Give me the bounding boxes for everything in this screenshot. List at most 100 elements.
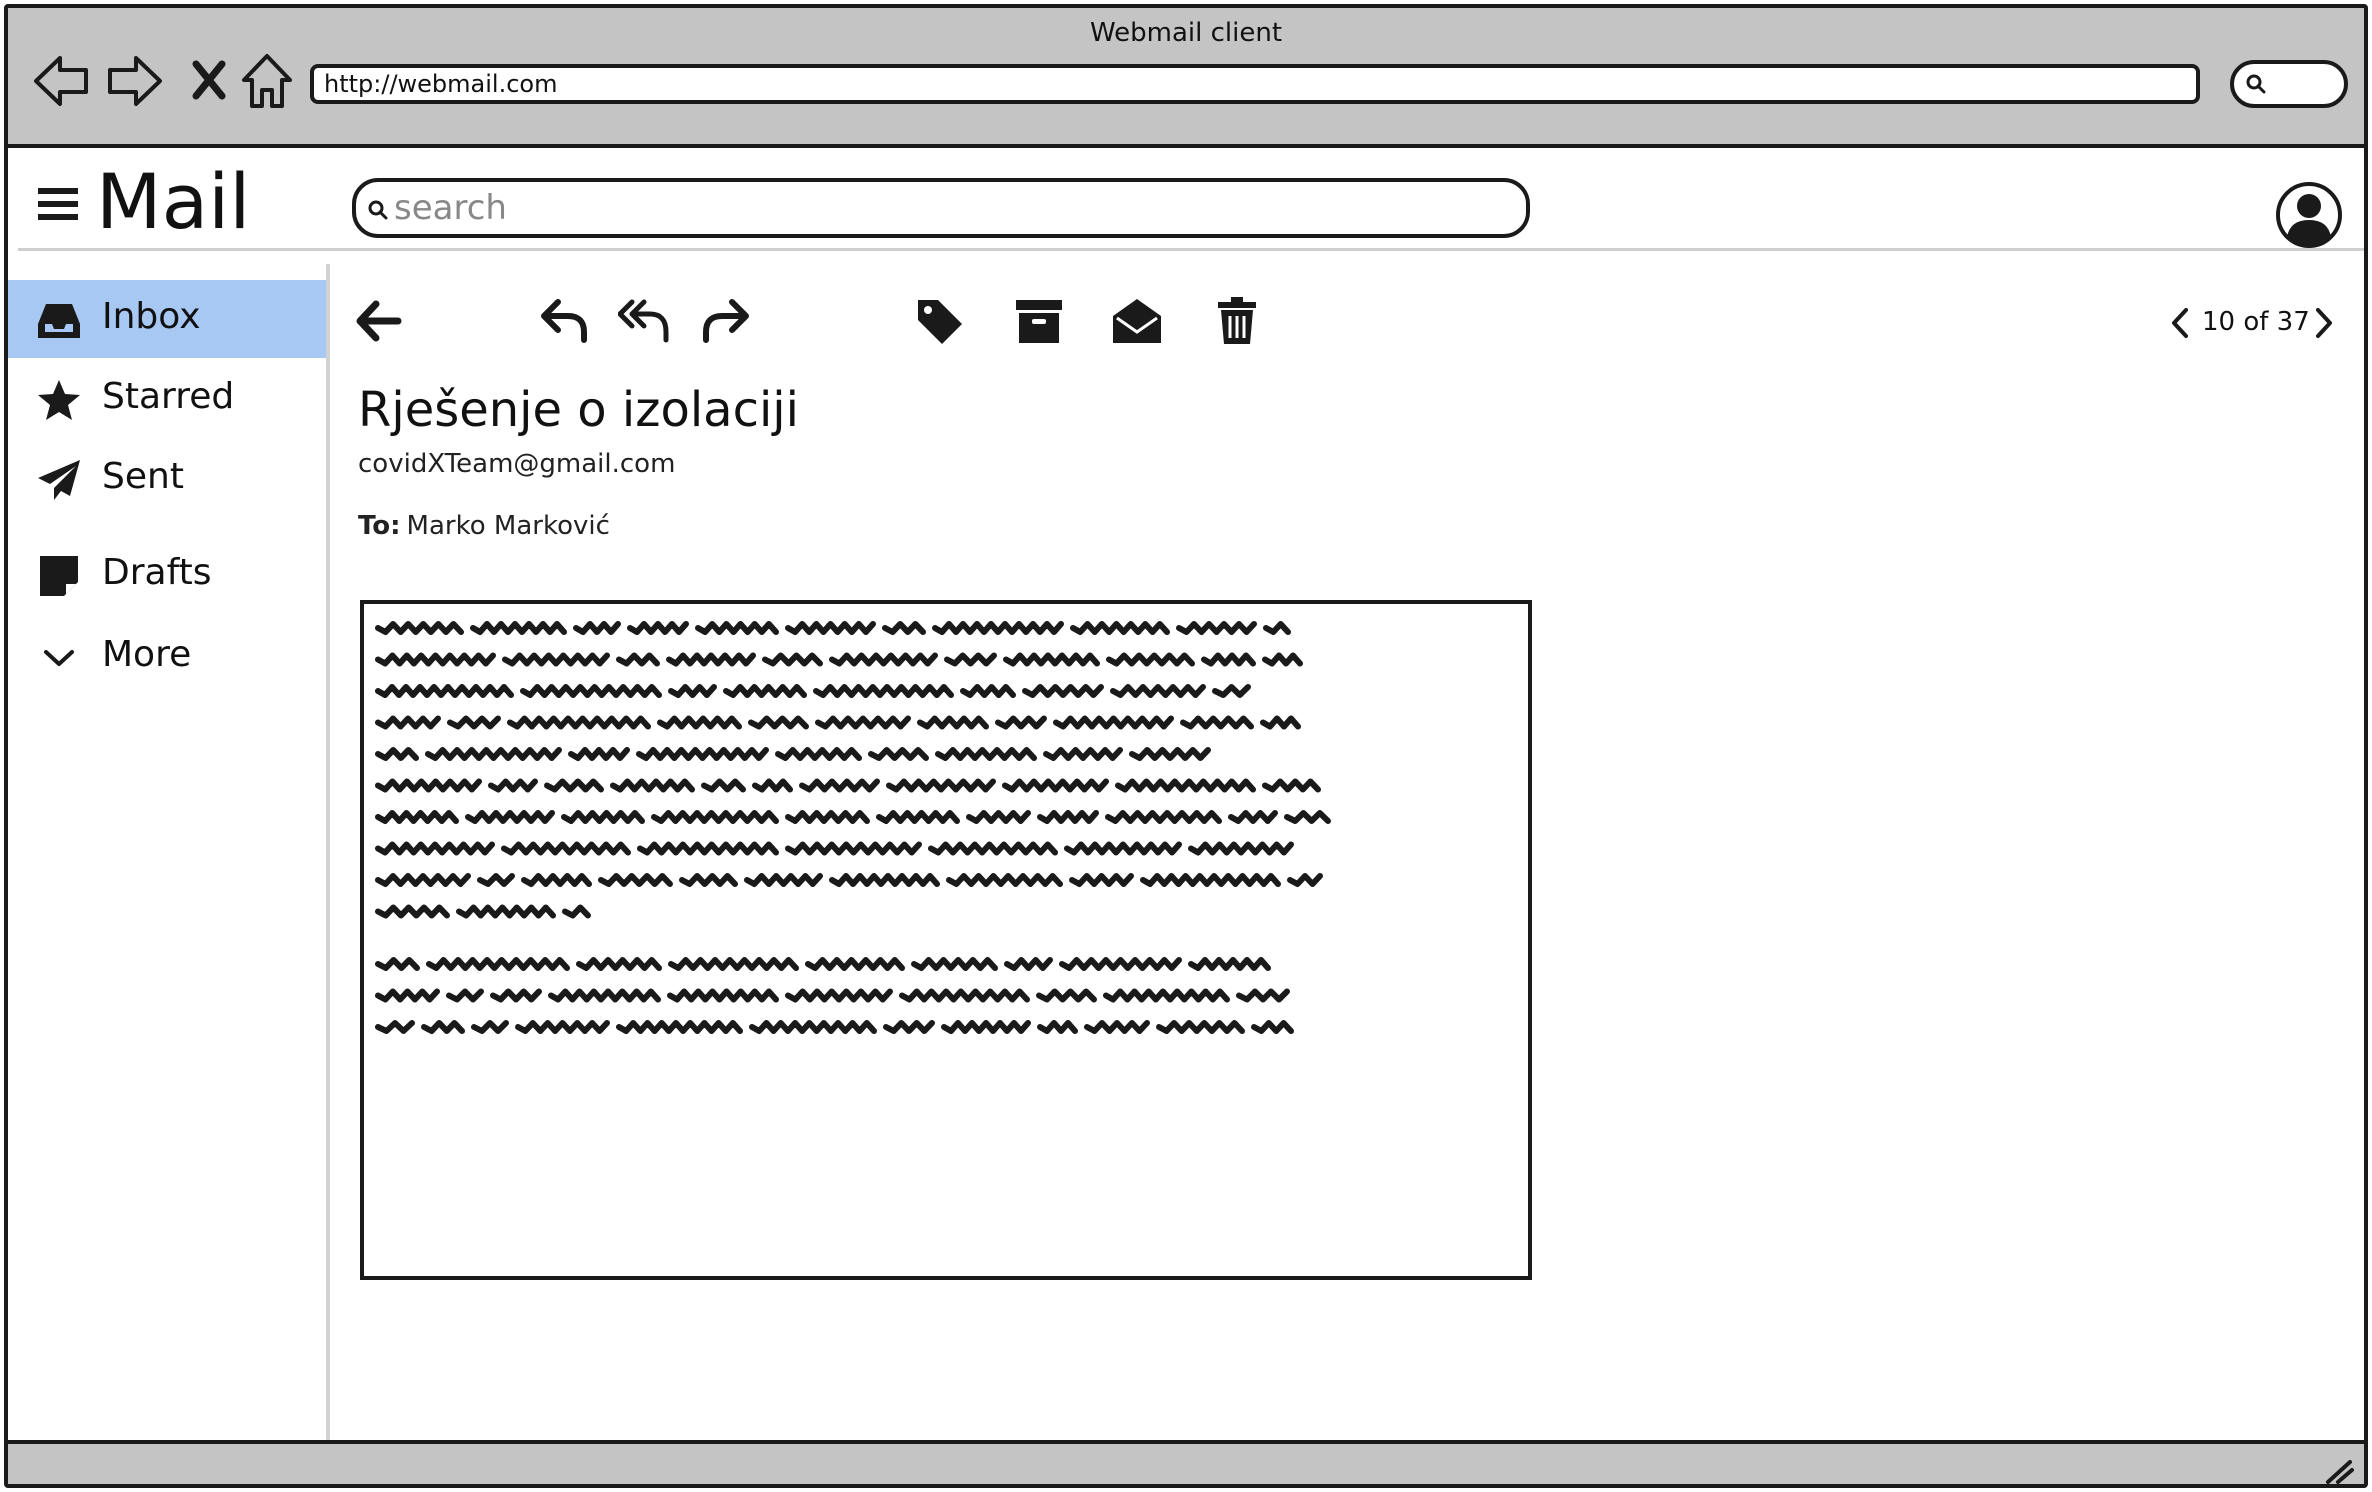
- user-avatar-icon[interactable]: [2274, 180, 2344, 250]
- scribble-word: [935, 747, 1037, 761]
- scribble-word: [1180, 715, 1254, 730]
- scribble-word: [1003, 652, 1100, 667]
- scribble-word: [1059, 957, 1182, 971]
- browser-window: Webmail client http://webmail.com Mail s…: [4, 4, 2368, 1488]
- scribble-word: [868, 747, 929, 761]
- scribble-word: [1188, 841, 1294, 856]
- scribble-word: [1110, 684, 1206, 698]
- scribble-word: [960, 684, 1016, 698]
- scribble-word: [637, 841, 779, 856]
- browser-search-field[interactable]: [2230, 60, 2348, 108]
- search-input[interactable]: [394, 186, 1494, 230]
- scribble-word: [375, 747, 419, 761]
- scribble-word: [521, 873, 592, 887]
- scribble-word: [1115, 778, 1256, 793]
- sidebar-item-more[interactable]: More: [8, 618, 326, 696]
- scribble-word: [667, 988, 779, 1003]
- scribble-word: [928, 841, 1058, 856]
- home-icon[interactable]: [236, 50, 298, 112]
- reply-icon[interactable]: [538, 294, 592, 348]
- scribble-word: [1070, 621, 1170, 635]
- back-arrow-icon[interactable]: [30, 50, 92, 112]
- scribble-word: [1002, 778, 1109, 793]
- mark-read-icon[interactable]: [1110, 294, 1164, 348]
- reply-all-icon[interactable]: [617, 294, 672, 348]
- scribble-word: [502, 652, 610, 667]
- sidebar-item-label: Sent: [102, 456, 184, 497]
- resize-grip-icon[interactable]: [2324, 1456, 2354, 1484]
- scribble-word: [1188, 957, 1271, 971]
- paper-plane-icon: [36, 458, 82, 502]
- sidebar-item-label: Drafts: [102, 552, 212, 593]
- scribble-word: [917, 715, 989, 730]
- archive-icon[interactable]: [1012, 294, 1066, 348]
- scribble-word: [426, 957, 570, 971]
- sidebar-item-label: More: [102, 634, 192, 675]
- forward-icon[interactable]: [698, 294, 752, 348]
- scribble-word: [375, 1020, 415, 1034]
- scribble-word: [375, 988, 440, 1003]
- scribble-word: [490, 988, 542, 1003]
- scribble-word: [1129, 747, 1211, 761]
- scribble-word: [775, 747, 862, 761]
- scribble-word: [944, 652, 997, 667]
- trash-icon[interactable]: [1210, 294, 1264, 348]
- sidebar-item-sent[interactable]: Sent: [8, 440, 326, 518]
- scribble-word: [899, 988, 1030, 1003]
- scribble-word: [627, 621, 689, 635]
- previous-page-icon[interactable]: [2168, 306, 2192, 340]
- url-bar[interactable]: http://webmail.com: [310, 64, 2200, 104]
- scribble-word: [470, 621, 567, 635]
- scribble-word: [883, 1020, 935, 1034]
- browser-chrome: Webmail client http://webmail.com: [8, 8, 2364, 148]
- scribble-word: [785, 988, 893, 1003]
- message-sender: covidXTeam@gmail.com: [358, 449, 676, 479]
- scribble-word: [1105, 810, 1222, 824]
- back-icon[interactable]: [352, 294, 406, 348]
- scribble-word: [375, 684, 514, 698]
- sidebar-item-label: Inbox: [102, 296, 201, 337]
- scribble-word: [548, 988, 661, 1003]
- forward-arrow-icon[interactable]: [104, 50, 166, 112]
- scribble-word: [749, 1020, 877, 1034]
- scribbled-text-placeholder: [375, 621, 1331, 1034]
- sticky-note-icon: [36, 554, 82, 598]
- sidebar-item-starred[interactable]: Starred: [8, 360, 326, 438]
- scribble-word: [829, 873, 940, 887]
- scribble-word: [425, 747, 562, 761]
- search-icon: [2246, 74, 2266, 94]
- scribble-word: [1053, 715, 1174, 730]
- scribble-word: [882, 621, 926, 635]
- scribble-word: [723, 684, 807, 698]
- scribble-word: [748, 715, 809, 730]
- scribble-word: [477, 873, 515, 887]
- next-page-icon[interactable]: [2312, 306, 2336, 340]
- scribble-word: [1036, 988, 1097, 1003]
- scribble-word: [1043, 747, 1123, 761]
- scribble-word: [1260, 715, 1301, 730]
- stop-icon[interactable]: [178, 50, 240, 112]
- scribble-word: [813, 684, 954, 698]
- hamburger-menu-icon[interactable]: [38, 186, 78, 222]
- scribble-word: [1037, 1020, 1078, 1034]
- scribble-word: [1212, 684, 1251, 698]
- scribble-word: [544, 778, 604, 793]
- scribble-word: [515, 1020, 610, 1034]
- scribble-word: [886, 778, 996, 793]
- scribble-word: [668, 684, 717, 698]
- scribble-word: [679, 873, 738, 887]
- scribble-word: [1140, 873, 1281, 887]
- mail-search-box[interactable]: [352, 178, 1530, 238]
- scribble-word: [752, 778, 793, 793]
- scribble-word: [1176, 621, 1257, 635]
- sidebar-item-drafts[interactable]: Drafts: [8, 536, 326, 614]
- sidebar-item-inbox[interactable]: Inbox: [8, 280, 326, 358]
- tag-icon[interactable]: [912, 294, 966, 348]
- scribble-word: [375, 841, 495, 856]
- scribble-word: [375, 957, 420, 971]
- recipient-name: Marko Marković: [406, 511, 610, 541]
- scribble-word: [829, 652, 938, 667]
- scribble-word: [573, 621, 621, 635]
- scribble-word: [651, 810, 779, 824]
- scribble-word: [447, 715, 501, 730]
